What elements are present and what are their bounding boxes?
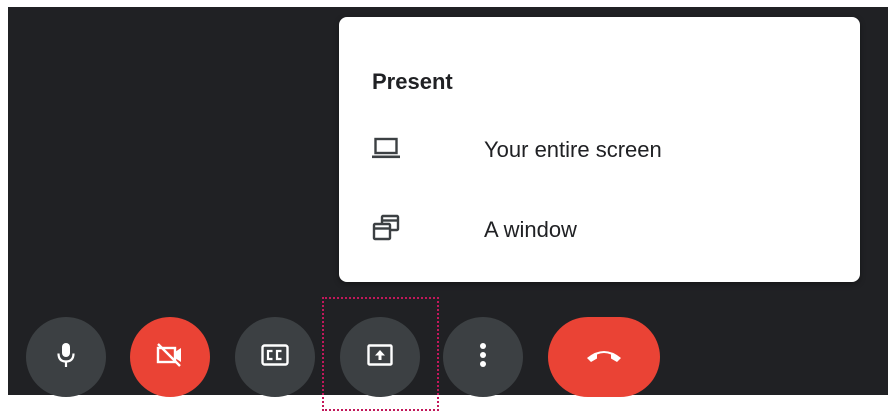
present-button-focus-ring xyxy=(322,297,439,411)
menu-item-entire-screen[interactable]: Your entire screen xyxy=(339,117,860,181)
camera-off-button[interactable] xyxy=(130,317,210,397)
hang-up-icon xyxy=(584,345,624,370)
microphone-icon xyxy=(54,341,78,374)
menu-item-entire-screen-label: Your entire screen xyxy=(484,137,662,162)
more-options-button[interactable] xyxy=(443,317,523,397)
more-vertical-icon xyxy=(478,341,488,374)
present-menu-title: Present xyxy=(372,69,453,94)
captions-button[interactable] xyxy=(235,317,315,397)
laptop-icon xyxy=(371,133,401,163)
window-icon xyxy=(371,213,401,243)
menu-item-window-label: A window xyxy=(484,217,577,242)
mic-button[interactable] xyxy=(26,317,106,397)
closed-captions-icon xyxy=(260,342,290,373)
menu-item-window[interactable]: A window xyxy=(339,197,860,261)
camera-off-icon xyxy=(155,341,185,374)
present-menu: Present Your entire screen A window xyxy=(339,17,860,282)
leave-call-button[interactable] xyxy=(548,317,660,397)
